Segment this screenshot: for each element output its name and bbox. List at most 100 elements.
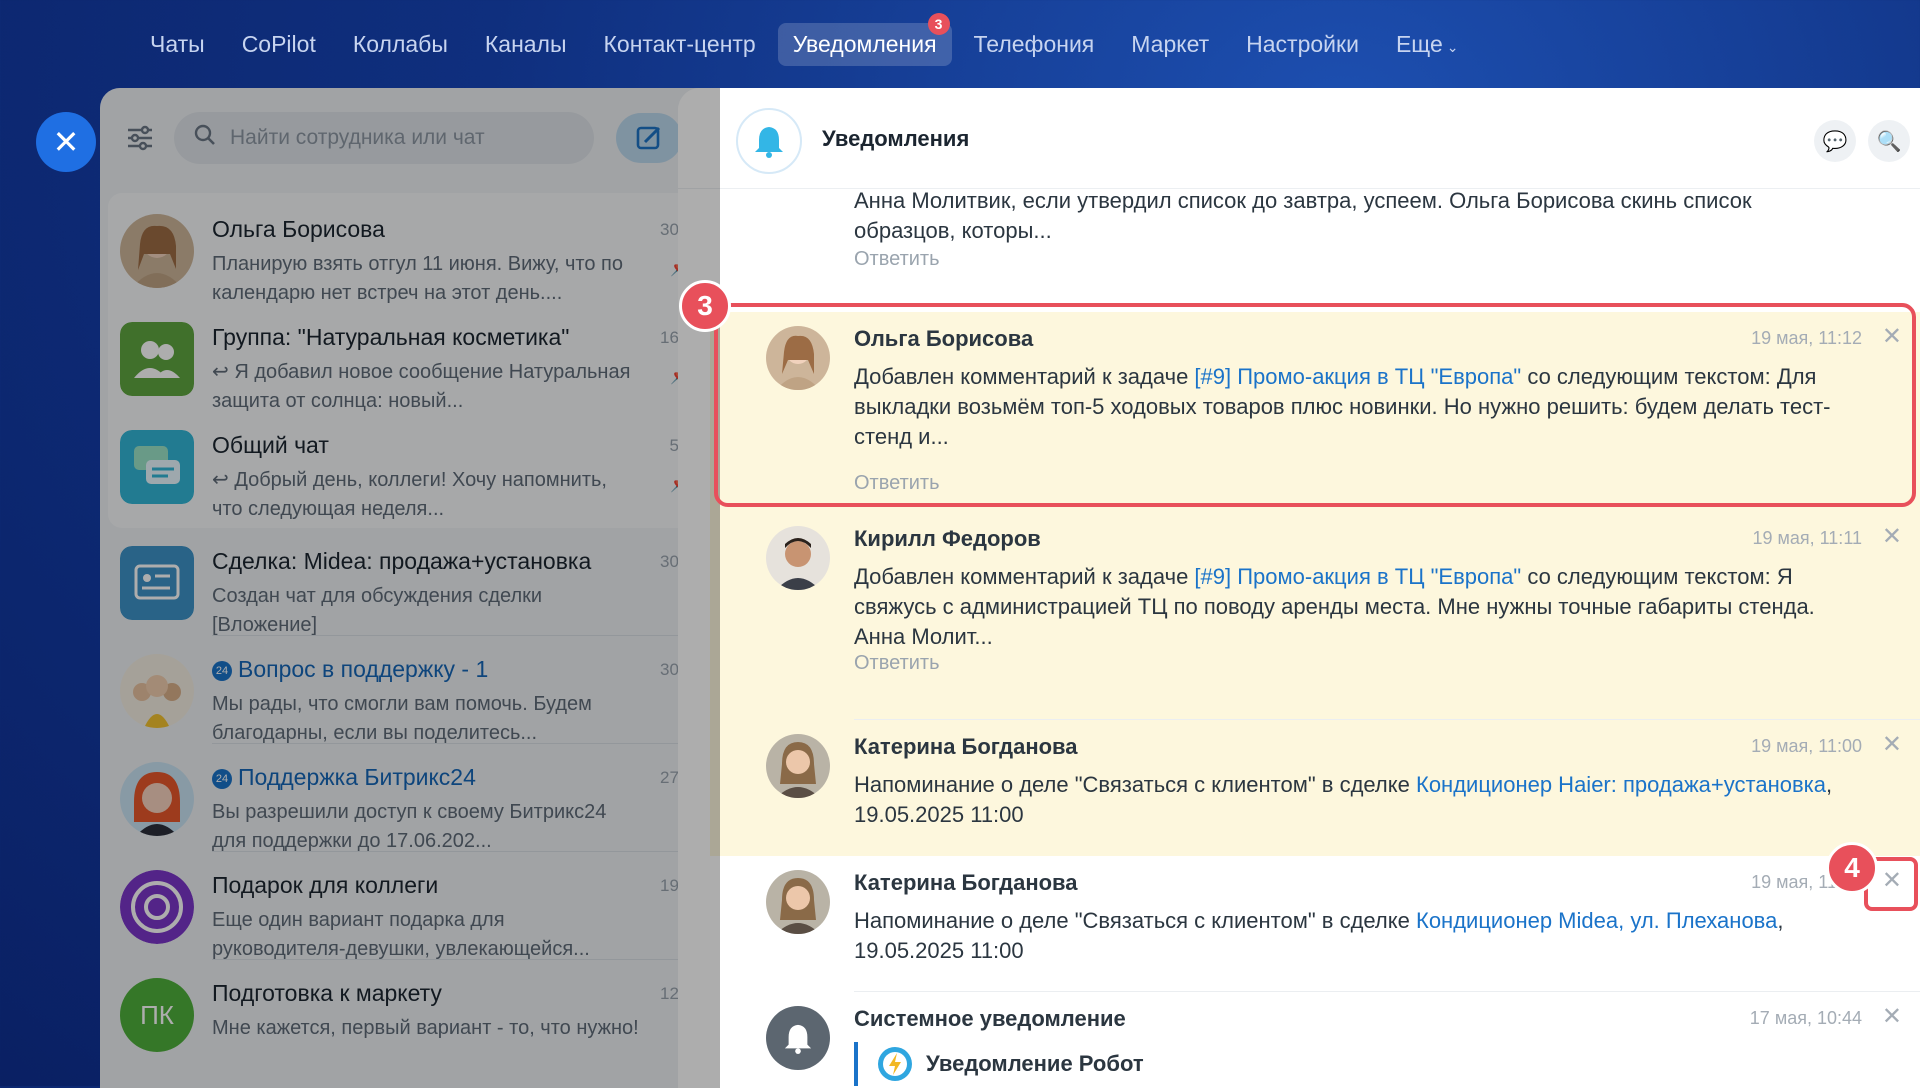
text-prefix: Напоминание о деле "Связаться с клиентом… <box>854 908 1416 933</box>
bell-icon <box>736 108 802 174</box>
notification-item: Ольга Борисова 19 мая, 11:12 ✕ Добавлен … <box>710 312 1920 512</box>
chat-name: Ольга Борисова <box>212 216 385 242</box>
chat-item[interactable]: Подарок для коллеги 19 мая Еще один вари… <box>110 852 714 960</box>
notification-time: 19 мая, 11:11 <box>1752 528 1862 548</box>
notification-text: Напоминание о деле "Связаться с клиентом… <box>854 906 1840 966</box>
nav-collabs[interactable]: Коллабы <box>338 23 463 66</box>
deal-avatar <box>120 546 194 620</box>
close-icon[interactable]: ✕ <box>1882 866 1902 895</box>
close-icon[interactable]: ✕ <box>1882 730 1902 759</box>
task-link[interactable]: [#9] Промо-акция в ТЦ "Европа" <box>1194 564 1521 589</box>
notification-item: Системное уведомление 17 мая, 10:44 ✕ Ув… <box>710 992 1920 1088</box>
mark-read-button[interactable]: 💬 <box>1814 120 1856 162</box>
chat-item[interactable]: 24Поддержка Битрикс24 27 мая Вы разрешил… <box>110 744 714 852</box>
avatar-initials: ПК <box>140 999 174 1030</box>
notification-time: 19 мая, 11:12 <box>1751 328 1862 348</box>
notification-item: Кирилл Федоров 19 мая, 11:11 ✕ Добавлен … <box>710 512 1920 720</box>
nav-more[interactable]: Еще ⌄ <box>1381 23 1474 66</box>
notification-time: 19 мая, 11:00 <box>1751 736 1862 756</box>
nav-copilot[interactable]: CoPilot <box>227 23 331 66</box>
chat-name: 24 Вопрос в поддержку - 1 <box>212 656 488 683</box>
bitrix24-icon: 24 <box>212 768 232 789</box>
text-prefix: Добавлен комментарий к задаче <box>854 364 1195 389</box>
close-icon[interactable]: ✕ <box>1882 322 1902 351</box>
chat-last-message: Вы разрешили доступ к своему Битрикс24 д… <box>212 801 607 852</box>
notification-time: 17 мая, 10:44 <box>1749 1008 1862 1028</box>
nav-contact-center[interactable]: Контакт-центр <box>589 23 771 66</box>
top-navigation: Чаты CoPilot Коллабы Каналы Контакт-цент… <box>135 12 1480 68</box>
close-icon[interactable]: ✕ <box>1882 522 1902 551</box>
chat-list-panel: Найти сотрудника или чат Ольга Борисова … <box>100 88 720 1088</box>
search-icon: 🔍 <box>1876 130 1902 153</box>
chat-name: Сделка: Midea: продажа+установка <box>212 548 592 574</box>
nav-notifications[interactable]: Уведомления 3 <box>777 12 952 66</box>
chat-name: Группа: "Натуральная косметика" <box>212 324 570 350</box>
robot-icon <box>878 1047 912 1081</box>
notification-author: Кирилл Федоров <box>854 526 1041 551</box>
chat-last-message: ↩ Добрый день, коллеги! Хочу напомнить, … <box>212 469 607 520</box>
avatar <box>766 870 830 934</box>
bell-icon <box>784 1024 812 1054</box>
gift-chat-avatar <box>120 870 194 944</box>
deal-link[interactable]: Кондиционер Midea, ул. Плеханова <box>1416 908 1777 933</box>
notification-text: Добавлен комментарий к задаче [#9] Промо… <box>854 362 1840 452</box>
close-icon: ✕ <box>52 124 80 160</box>
reply-link[interactable]: Ответить <box>854 472 940 495</box>
nav-market[interactable]: Маркет <box>1116 23 1224 66</box>
notification-text: Анна Молитвик, если утвердил список до з… <box>854 188 1752 243</box>
text-prefix: Добавлен комментарий к задаче <box>854 564 1195 589</box>
search-placeholder: Найти сотрудника или чат <box>230 126 485 149</box>
notification-author: Катерина Богданова <box>854 870 1078 895</box>
chat-name: Подарок для коллеги <box>212 872 439 898</box>
support-group-avatar <box>120 654 194 728</box>
chat-item[interactable]: Группа: "Натуральная косметика" 16 мая ↩… <box>110 304 714 412</box>
chat-item[interactable]: Ольга Борисова 30 мая Планирую взять отг… <box>110 196 714 304</box>
nav-channels[interactable]: Каналы <box>470 23 582 66</box>
nav-settings[interactable]: Настройки <box>1231 23 1374 66</box>
nav-chats[interactable]: Чаты <box>135 23 220 66</box>
chat-search-input[interactable]: Найти сотрудника или чат <box>174 112 594 164</box>
chat-name-text: Поддержка Битрикс24 <box>238 764 476 790</box>
close-icon[interactable]: ✕ <box>1882 1002 1902 1031</box>
chat-name-text: Вопрос в поддержку - 1 <box>238 656 489 682</box>
nav-telephony[interactable]: Телефония <box>959 23 1110 66</box>
chat-name: Подготовка к маркету <box>212 980 442 1006</box>
notification-item: Катерина Богданова 19 мая, 11:00 ✕ Напом… <box>710 856 1920 992</box>
chat-item[interactable]: ПК Подготовка к маркету 12 мая Мне кажет… <box>110 960 714 1068</box>
chat-item[interactable]: Общий чат 5 мая ↩ Добрый день, коллеги! … <box>110 412 714 520</box>
system-avatar <box>766 1006 830 1070</box>
avatar <box>120 214 194 288</box>
notifications-header: Уведомления 💬 🔍 <box>678 88 1920 189</box>
reply-link[interactable]: Ответить <box>854 652 940 675</box>
notifications-list: Анна Молитвик, если утвердил список до з… <box>678 188 1920 1088</box>
robot-notification-block: Уведомление Робот <box>854 1042 1144 1086</box>
text-prefix: Напоминание о деле "Связаться с клиентом… <box>854 772 1416 797</box>
deal-link[interactable]: Кондиционер Haier: продажа+установка <box>1416 772 1826 797</box>
notification-author: Катерина Богданова <box>854 734 1078 759</box>
chat-name: Общий чат <box>212 432 329 458</box>
chat-item[interactable]: Сделка: Midea: продажа+установка 30 мая … <box>110 528 714 636</box>
close-panel-button[interactable]: ✕ <box>36 112 96 172</box>
notification-item: Анна Молитвик, если утвердил список до з… <box>710 186 1920 294</box>
task-link[interactable]: [#9] Промо-акция в ТЦ "Европа" <box>1194 364 1521 389</box>
notification-item: Катерина Богданова 19 мая, 11:00 ✕ Напом… <box>710 720 1920 856</box>
notification-search-button[interactable]: 🔍 <box>1868 120 1910 162</box>
filter-icon[interactable] <box>120 118 160 158</box>
chat-search-row: Найти сотрудника или чат <box>120 112 720 164</box>
reply-link[interactable]: Ответить <box>854 248 940 271</box>
chevron-down-icon: ⌄ <box>1446 38 1459 55</box>
chat-last-message: Еще один вариант подарка для руководител… <box>212 909 590 960</box>
chat-last-message: Создан чат для обсуждения сделки [Вложен… <box>212 585 543 636</box>
nav-more-label: Еще <box>1395 30 1443 57</box>
general-chat-avatar <box>120 430 194 504</box>
new-chat-button[interactable] <box>616 113 682 163</box>
callout-badge: 3 <box>679 280 731 332</box>
notifications-title: Уведомления <box>822 126 970 151</box>
chat-check-icon: 💬 <box>1822 130 1848 153</box>
bitrix24-icon: 24 <box>212 660 232 681</box>
notification-text: Добавлен комментарий к задаче [#9] Промо… <box>854 562 1840 652</box>
avatar <box>766 326 830 390</box>
notification-text: Напоминание о деле "Связаться с клиентом… <box>854 770 1840 830</box>
chat-item[interactable]: 24Вопрос в поддержку - 1 30 мая Мы рады,… <box>110 636 714 744</box>
notifications-panel: Уведомления 💬 🔍 Анна Молитвик, если утве… <box>678 88 1920 1088</box>
